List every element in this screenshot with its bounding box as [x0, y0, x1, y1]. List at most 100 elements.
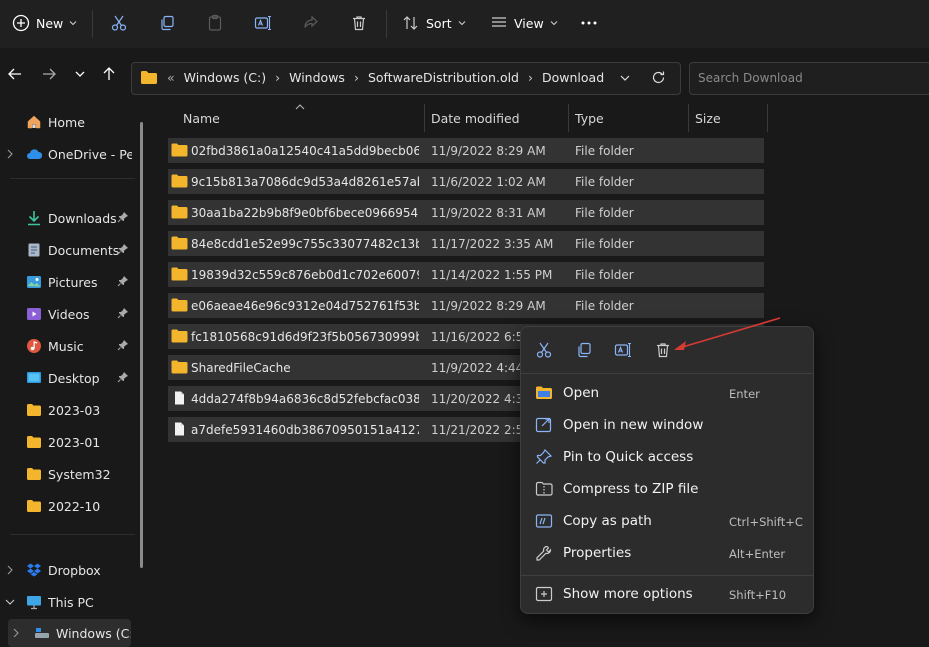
file-row[interactable]: 30aa1ba22b9b8f9e0bf6bece09669542 11/9/20…	[168, 200, 764, 225]
file-row[interactable]: 84e8cdd1e52e99c755c33077482c13ba 11/17/2…	[168, 231, 764, 256]
pin-icon	[536, 449, 553, 464]
context-item-shortcut: Enter	[729, 387, 760, 401]
file-row[interactable]: 02fbd3861a0a12540c41a5dd9becb06d 11/9/20…	[168, 138, 764, 163]
folder-icon	[171, 236, 188, 250]
column-header-size[interactable]: Size	[695, 111, 721, 126]
chevron-right-icon: ›	[353, 70, 359, 85]
sidebar-item-label: Windows (C:)	[56, 626, 131, 641]
chevron-right-icon	[13, 628, 19, 638]
column-header-date[interactable]: Date modified	[431, 111, 520, 126]
copy-button[interactable]	[158, 8, 176, 38]
folder-icon	[141, 71, 157, 84]
context-item-compress-zip[interactable]: Compress to ZIP file	[527, 474, 807, 504]
view-button[interactable]: View	[490, 8, 558, 38]
videos-icon	[27, 308, 41, 320]
pin-icon[interactable]	[117, 307, 129, 319]
context-item-open[interactable]: Open Enter	[527, 378, 807, 408]
more-button[interactable]	[580, 8, 598, 38]
sort-button[interactable]: Sort	[402, 8, 466, 38]
pin-icon[interactable]	[117, 243, 129, 255]
new-button[interactable]: New	[12, 8, 77, 38]
context-item-label: Compress to ZIP file	[563, 481, 699, 497]
sidebar-item-label: Home	[48, 115, 85, 130]
sidebar-item-system32[interactable]: System32	[0, 460, 135, 488]
sidebar-item-home[interactable]: Home	[0, 108, 135, 136]
file-name: e06aeae46e96c9312e04d752761f53bd	[191, 299, 419, 313]
context-item-shortcut: Shift+F10	[729, 588, 787, 602]
context-menu: Open Enter Open in new window Pin to Qui…	[520, 326, 814, 614]
sidebar-scrollbar[interactable]	[140, 122, 143, 568]
toolbar-divider	[386, 10, 387, 38]
context-copy-button[interactable]	[573, 339, 595, 361]
breadcrumb-overflow[interactable]: «	[167, 70, 175, 85]
sidebar-item-windows-c[interactable]: Windows (C:)	[8, 619, 131, 647]
context-rename-button[interactable]	[612, 339, 634, 361]
folder-icon	[171, 329, 188, 343]
scissors-icon	[111, 15, 127, 31]
context-item-pin-quick-access[interactable]: Pin to Quick access	[527, 442, 807, 472]
column-divider[interactable]	[568, 104, 569, 132]
context-item-label: Properties	[563, 545, 632, 561]
sidebar-item-desktop[interactable]: Desktop	[0, 364, 135, 392]
file-name: 9c15b813a7086dc9d53a4d8261e57ab1	[191, 175, 419, 189]
pin-icon[interactable]	[117, 211, 129, 223]
sidebar-item-2023-03[interactable]: 2023-03	[0, 396, 135, 424]
context-item-open-new-window[interactable]: Open in new window	[527, 410, 807, 440]
forward-button[interactable]	[39, 64, 59, 84]
sidebar-item-videos[interactable]: Videos	[0, 300, 135, 328]
sidebar-item-2022-10[interactable]: 2022-10	[0, 492, 135, 520]
file-name: 84e8cdd1e52e99c755c33077482c13ba	[191, 237, 419, 251]
context-item-copy-as-path[interactable]: Copy as path Ctrl+Shift+C	[527, 506, 807, 536]
download-icon	[28, 211, 40, 226]
sidebar-item-2023-01[interactable]: 2023-01	[0, 428, 135, 456]
sidebar-item-label: OneDrive - Personal	[48, 147, 132, 162]
up-button[interactable]	[99, 64, 119, 84]
sidebar-item-pictures[interactable]: Pictures	[0, 268, 135, 296]
paste-button[interactable]	[206, 8, 224, 38]
context-item-show-more-options[interactable]: Show more options Shift+F10	[527, 579, 807, 609]
sidebar-item-downloads[interactable]: Downloads	[0, 204, 135, 232]
new-window-icon	[535, 417, 552, 433]
column-header-type[interactable]: Type	[575, 111, 604, 126]
address-bar[interactable]: « Windows (C:) › Windows › SoftwareDistr…	[131, 62, 681, 95]
sidebar-item-this-pc[interactable]: This PC	[0, 588, 135, 616]
sidebar-item-music[interactable]: Music	[0, 332, 135, 360]
sidebar-item-dropbox[interactable]: Dropbox	[0, 556, 135, 584]
share-button[interactable]	[302, 8, 320, 38]
context-cut-button[interactable]	[533, 339, 555, 361]
more-options-icon	[535, 586, 553, 602]
address-history-button[interactable]	[619, 72, 631, 84]
search-placeholder: Search Download	[698, 71, 803, 85]
file-row[interactable]: 9c15b813a7086dc9d53a4d8261e57ab1 11/6/20…	[168, 169, 764, 194]
column-header-name[interactable]: Name	[183, 111, 220, 126]
back-button[interactable]	[5, 64, 25, 84]
chevron-right-icon	[7, 565, 13, 575]
folder-icon	[171, 205, 188, 219]
file-name: 19839d32c559c876eb0d1c702e60079d	[191, 268, 419, 282]
search-input[interactable]: Search Download	[689, 62, 929, 95]
breadcrumb-item[interactable]: SoftwareDistribution.old	[368, 70, 519, 85]
column-divider[interactable]	[688, 104, 689, 132]
chevron-right-icon: ›	[275, 70, 281, 85]
file-row[interactable]: 19839d32c559c876eb0d1c702e60079d 11/14/2…	[168, 262, 764, 287]
pin-icon[interactable]	[117, 339, 129, 351]
recent-button[interactable]	[70, 64, 90, 84]
context-menu-divider	[521, 373, 813, 374]
sidebar-item-label: 2022-10	[48, 499, 101, 514]
file-type: File folder	[575, 144, 634, 158]
column-divider[interactable]	[424, 104, 425, 132]
pin-icon[interactable]	[117, 275, 129, 287]
sidebar-item-onedrive[interactable]: OneDrive - Personal	[0, 140, 135, 168]
delete-button[interactable]	[350, 8, 368, 38]
file-type: File folder	[575, 299, 634, 313]
refresh-button[interactable]	[651, 70, 666, 85]
sidebar-item-documents[interactable]: Documents	[0, 236, 135, 264]
cut-button[interactable]	[110, 8, 128, 38]
column-divider[interactable]	[767, 104, 768, 132]
breadcrumb-item[interactable]: Download	[542, 70, 604, 85]
context-item-properties[interactable]: Properties Alt+Enter	[527, 538, 807, 568]
pin-icon[interactable]	[117, 371, 129, 383]
breadcrumb-item[interactable]: Windows	[289, 70, 345, 85]
breadcrumb-item[interactable]: Windows (C:)	[184, 70, 266, 85]
rename-button[interactable]	[254, 8, 272, 38]
